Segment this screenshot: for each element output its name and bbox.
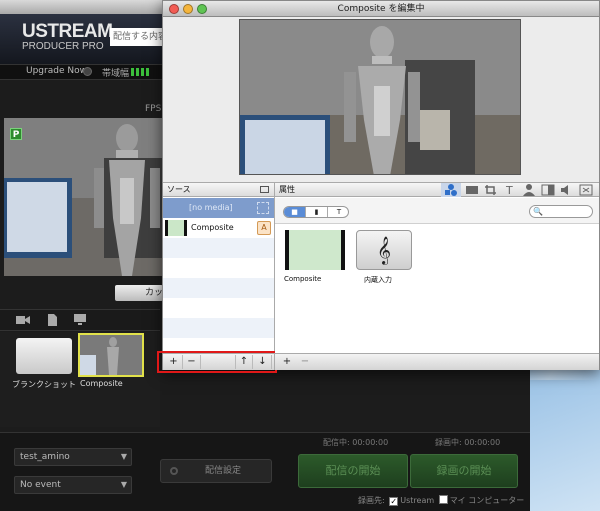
composite-thumb-image — [80, 335, 142, 375]
stream-settings-label: 配信設定 — [204, 466, 241, 476]
bandwidth-bar — [141, 68, 144, 76]
add-screen-icon[interactable] — [74, 314, 88, 326]
cut-button[interactable]: カット — [115, 285, 163, 301]
robot-camera-image — [240, 20, 520, 174]
bandwidth-bar — [146, 68, 149, 76]
document-segment[interactable]: ▮ — [306, 207, 328, 217]
blank-shot-thumbnail[interactable] — [16, 338, 72, 374]
chevron-down-icon: ▼ — [120, 452, 127, 461]
layout-icon[interactable] — [260, 186, 269, 193]
source-row-empty — [163, 278, 274, 298]
fullscreen-icon[interactable] — [579, 184, 593, 196]
streaming-timer: 配信中: 00:00:00 — [323, 438, 389, 447]
sources-title: ソース — [167, 185, 191, 194]
ustream-option-label: Ustream — [400, 496, 435, 505]
source-label: [no media] — [189, 203, 233, 212]
source-row-empty — [163, 238, 274, 258]
svg-text:T: T — [505, 184, 513, 196]
composite-media-tile[interactable] — [285, 230, 345, 270]
shot-label: Composite — [80, 379, 123, 388]
preview-badge: P — [10, 128, 22, 140]
media-grid: Composite 𝄞 内蔵入力 — [275, 225, 599, 353]
source-label: Composite — [191, 223, 234, 232]
local-option-label: マイ コンピューター — [449, 496, 525, 505]
sources-panel: ソース [no media] Composite A + − ↑ ↓ — [157, 182, 277, 373]
text-segment[interactable]: T — [328, 207, 348, 217]
properties-subbar: ■ ▮ T 🔍 — [275, 198, 599, 224]
start-recording-button[interactable]: 録画の開始 — [410, 454, 518, 488]
panel-icon[interactable] — [541, 184, 555, 196]
upgrade-now-link[interactable]: Upgrade Now — [26, 66, 87, 76]
local-checkbox[interactable] — [438, 495, 448, 504]
add-document-icon[interactable] — [46, 314, 60, 326]
logo-subtitle: PRODUCER PRO — [22, 41, 104, 52]
text-tab-icon[interactable]: T — [503, 184, 517, 196]
source-item-no-media[interactable]: [no media] — [163, 198, 274, 218]
event-dropdown-value: No event — [20, 480, 61, 490]
ustream-checkbox[interactable]: ✓ — [389, 497, 399, 506]
add-camera-icon[interactable] — [16, 314, 30, 326]
text-overlay-icon[interactable]: A — [257, 221, 271, 235]
shapes-icon[interactable] — [444, 184, 458, 196]
search-icon: 🔍 — [533, 207, 543, 216]
sources-toolbar: + − ↑ ↓ — [157, 351, 277, 373]
bandwidth-label: 帯域幅 — [102, 69, 130, 79]
record-target-label: 録画先: — [358, 496, 385, 505]
window-title: Composite を編集中 — [337, 4, 425, 14]
record-dot-icon — [170, 467, 178, 475]
start-stream-button[interactable]: 配信の開始 — [298, 454, 408, 488]
ustream-logo: USTREAM PRODUCER PRO — [22, 21, 113, 52]
shot-label: ブランクショット — [12, 380, 76, 389]
placeholder-icon — [257, 202, 269, 214]
treble-clef-icon: 𝄞 — [376, 236, 392, 264]
builtin-audio-tile[interactable]: 𝄞 — [356, 230, 412, 270]
bandwidth-meter-icon — [131, 68, 149, 76]
bandwidth-bar — [136, 68, 139, 76]
robot-camera-image — [4, 118, 162, 276]
camera-tab-icon[interactable] — [465, 184, 479, 196]
account-dropdown[interactable]: test_amino ▼ — [14, 448, 132, 466]
source-item-composite[interactable]: Composite A — [163, 218, 274, 238]
composite-shot-thumbnail[interactable] — [78, 333, 144, 377]
program-preview — [4, 118, 162, 276]
crop-icon[interactable] — [484, 184, 498, 196]
stream-title-input[interactable]: 配信する内容 — [110, 28, 170, 46]
logo-wordmark: USTREAM — [22, 21, 113, 42]
composite-editor-window: Composite を編集中 ソース [no media] Composite … — [157, 0, 600, 373]
properties-panel: 属性 T ■ ▮ T 🔍 Composite 𝄞 内蔵入力 + − — [275, 182, 599, 370]
remove-media-button[interactable]: − — [297, 355, 313, 369]
source-row-empty — [163, 318, 274, 338]
sources-header: ソース — [163, 183, 274, 197]
media-tile-label: 内蔵入力 — [364, 276, 392, 284]
composite-source-thumbnail — [165, 220, 187, 236]
person-icon[interactable] — [522, 184, 536, 196]
properties-header: 属性 T — [275, 183, 599, 197]
help-icon[interactable] — [83, 67, 92, 76]
composite-preview — [239, 19, 521, 175]
account-dropdown-value: test_amino — [20, 452, 70, 462]
camera-segment[interactable]: ■ — [284, 207, 306, 217]
stream-settings-button[interactable]: 配信設定 — [160, 459, 272, 483]
media-tile-label: Composite — [284, 275, 322, 283]
recording-timer: 録画中: 00:00:00 — [435, 438, 501, 447]
properties-title: 属性 — [279, 185, 295, 194]
record-target-row: 録画先: ✓ Ustream マイ コンピューター — [358, 495, 524, 506]
speaker-icon[interactable] — [560, 184, 574, 196]
highlight-box — [157, 351, 277, 373]
bandwidth-bar — [131, 68, 134, 76]
media-search-input[interactable]: 🔍 — [529, 205, 593, 218]
media-type-segmented-control: ■ ▮ T — [283, 206, 349, 218]
chevron-down-icon: ▼ — [120, 480, 127, 489]
composite-window-titlebar[interactable]: Composite を編集中 — [163, 1, 599, 17]
properties-toolbar: + − — [275, 353, 599, 370]
add-media-button[interactable]: + — [279, 355, 295, 369]
event-dropdown[interactable]: No event ▼ — [14, 476, 132, 494]
